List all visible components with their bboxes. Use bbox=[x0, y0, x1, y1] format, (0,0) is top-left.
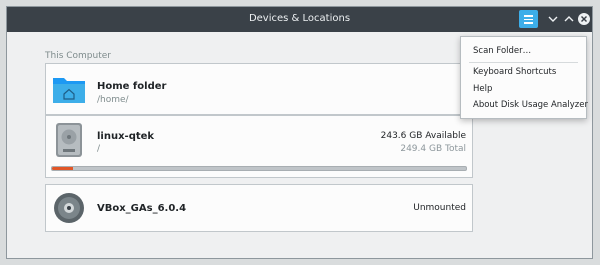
window-title: Devices & Locations bbox=[248, 13, 351, 24]
menu-separator bbox=[469, 62, 578, 63]
device-row-linux-qtek[interactable]: linux-qtek / 243.6 GB Available 249.4 GB… bbox=[45, 115, 473, 178]
title-bar: Devices & Locations bbox=[7, 7, 592, 32]
menu-item-help[interactable]: Help bbox=[473, 84, 492, 94]
maximize-button[interactable] bbox=[561, 11, 577, 27]
chevron-up-icon bbox=[564, 16, 574, 22]
mount-status: Unmounted bbox=[413, 203, 466, 213]
usage-bar-fill bbox=[52, 167, 73, 170]
usage-bar bbox=[51, 166, 467, 171]
device-path: / bbox=[97, 144, 101, 154]
available-space: 243.6 GB Available bbox=[380, 131, 466, 141]
chevron-down-icon bbox=[548, 16, 558, 22]
device-row-home[interactable]: Home folder /home/ bbox=[45, 63, 473, 115]
device-name: Home folder bbox=[97, 81, 167, 92]
device-path: /home/ bbox=[97, 95, 129, 105]
close-icon bbox=[578, 13, 590, 25]
hard-drive-icon bbox=[56, 123, 82, 157]
total-space: 249.4 GB Total bbox=[400, 144, 466, 154]
app-menu: Scan Folder… Keyboard Shortcuts Help Abo… bbox=[460, 36, 588, 119]
folder-home-icon bbox=[53, 78, 85, 103]
optical-disc-icon bbox=[54, 193, 84, 223]
device-name: linux-qtek bbox=[97, 131, 155, 142]
hamburger-menu-button[interactable] bbox=[519, 10, 538, 28]
menu-item-keyboard-shortcuts[interactable]: Keyboard Shortcuts bbox=[473, 67, 556, 77]
device-row-vbox[interactable]: VBox_GAs_6.0.4 Unmounted bbox=[45, 184, 473, 232]
minimize-button[interactable] bbox=[545, 11, 561, 27]
menu-item-about[interactable]: About Disk Usage Analyzer bbox=[473, 100, 588, 110]
menu-item-scan-folder[interactable]: Scan Folder… bbox=[473, 46, 531, 56]
section-label: This Computer bbox=[45, 51, 111, 61]
close-button[interactable] bbox=[576, 11, 592, 27]
device-name: VBox_GAs_6.0.4 bbox=[97, 203, 187, 214]
